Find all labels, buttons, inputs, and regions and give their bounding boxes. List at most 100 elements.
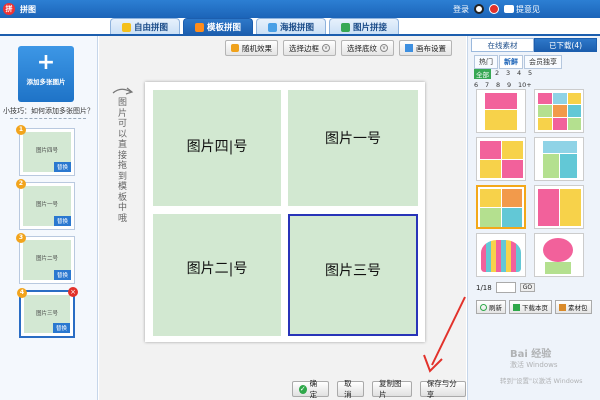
replace-button[interactable]: 替换 — [53, 270, 71, 280]
tip-link[interactable]: 小技巧：如何添加多张图片？ — [3, 106, 97, 116]
pager: 1/18 GO — [476, 282, 536, 293]
template-thumb[interactable] — [476, 137, 526, 181]
thumb-text: 图片四号 — [35, 148, 58, 154]
template-grid — [476, 89, 594, 277]
tab-image-stitch[interactable]: 图片拼接 — [329, 18, 400, 35]
template-thumb[interactable] — [534, 89, 584, 133]
tab-poster-collage[interactable]: 海报拼图 — [256, 18, 327, 35]
app-logo-icon: 拼 — [3, 3, 15, 15]
material-pack-button[interactable]: 素材包 — [555, 300, 592, 314]
thumb-preview: 图片四号 替换 — [23, 132, 71, 172]
filter-10plus[interactable]: 10+ — [518, 81, 532, 89]
random-effect-button[interactable]: 随机效果 — [225, 40, 278, 56]
toolbar: 随机效果 选择边框 v 选择底纹 v 画布设置 — [225, 40, 452, 56]
template-cell-1[interactable]: 图片四|号 — [153, 90, 281, 206]
cell-label: 图片三号 — [325, 263, 381, 279]
template-thumb[interactable] — [534, 137, 584, 181]
canvas-settings-button[interactable]: 画布设置 — [399, 40, 452, 56]
cell-label: 图片二|号 — [186, 261, 248, 277]
refresh-button[interactable]: 刷新 — [476, 300, 506, 314]
download-icon — [513, 303, 520, 311]
filter-5[interactable]: 5 — [528, 69, 535, 79]
tab-template-collage[interactable]: 模板拼图 — [183, 18, 254, 35]
qq-icon[interactable] — [474, 4, 484, 14]
filter-7[interactable]: 7 — [485, 81, 492, 89]
template-thumb[interactable] — [476, 89, 526, 133]
confirm-label: 确定 — [309, 379, 318, 399]
feedback-link[interactable]: 提意见 — [504, 4, 540, 15]
template-cell-4-selected[interactable]: 图片三号 — [288, 214, 418, 336]
tab-downloaded[interactable]: 已下载(4) — [534, 38, 597, 52]
template-cell-3[interactable]: 图片二|号 — [153, 214, 281, 336]
image-thumb-3[interactable]: 图片二号 替换 3 — [16, 233, 75, 284]
package-icon — [559, 303, 566, 311]
filter-6[interactable]: 6 — [474, 81, 481, 89]
random-effect-label: 随机效果 — [242, 43, 272, 53]
watermark-logo: Bai 经验 — [510, 349, 552, 360]
cancel-button[interactable]: 取消 — [337, 379, 365, 399]
download-page-label: 下载本页 — [522, 304, 548, 312]
login-link[interactable]: 登录 — [453, 4, 469, 15]
template-cell-2[interactable]: 图片一号 — [288, 90, 418, 206]
template-thumb[interactable] — [534, 185, 584, 229]
select-border-button[interactable]: 选择边框 v — [283, 40, 336, 56]
filter-all[interactable]: 全部 — [474, 69, 491, 79]
add-images-button[interactable]: + 添加多张图片 — [18, 46, 74, 102]
filter-3[interactable]: 3 — [506, 69, 513, 79]
template-thumb[interactable] — [476, 233, 526, 277]
replace-button[interactable]: 替换 — [53, 162, 71, 172]
confirm-button[interactable]: ✓ 确定 — [292, 379, 330, 399]
save-share-label: 保存与分享 — [426, 379, 457, 399]
page-indicator: 1/18 — [476, 283, 492, 292]
template-thumb[interactable] — [534, 233, 584, 277]
feedback-label: 提意见 — [516, 4, 540, 14]
subtab-hot[interactable]: 热门 — [474, 55, 498, 69]
stitch-icon — [341, 22, 351, 32]
copy-image-button[interactable]: 复制图片 — [372, 379, 412, 399]
app-title: 拼图 — [20, 5, 36, 14]
image-thumb-4[interactable]: 图片三号 替换 4 × — [17, 287, 78, 338]
cancel-label: 取消 — [344, 379, 352, 399]
subtab-new[interactable]: 新鲜 — [499, 55, 523, 69]
check-icon: ✓ — [299, 384, 307, 394]
go-button[interactable]: GO — [519, 283, 536, 292]
select-border-label: 选择边框 — [289, 43, 319, 53]
tab-online-material[interactable]: 在线素材 — [471, 38, 534, 52]
collage-canvas[interactable]: 图片四|号 图片一号 图片二|号 图片三号 — [145, 82, 425, 342]
replace-button[interactable]: 替换 — [53, 216, 71, 226]
weibo-icon[interactable] — [489, 4, 499, 14]
tab-free-collage[interactable]: 自由拼图 — [110, 18, 181, 35]
free-collage-icon — [122, 22, 131, 32]
thumb-text: 图片一号 — [35, 202, 58, 208]
subtab-vip[interactable]: 会员独享 — [524, 55, 562, 69]
watermark-activate: 激活 Windows — [510, 361, 558, 369]
tab-label: 图片拼接 — [353, 23, 388, 33]
plus-icon: + — [36, 50, 56, 75]
chevron-down-icon: v — [380, 44, 388, 52]
bottom-actions: ✓ 确定 取消 复制图片 保存与分享 — [292, 379, 466, 399]
download-page-button[interactable]: 下载本页 — [509, 300, 552, 314]
thumb-preview: 图片二号 替换 — [23, 240, 71, 280]
template-thumb-selected[interactable] — [476, 185, 526, 229]
filter-4[interactable]: 4 — [517, 69, 524, 79]
select-texture-button[interactable]: 选择底纹 v — [341, 40, 394, 56]
delete-icon[interactable]: × — [68, 287, 78, 297]
replace-button[interactable]: 替换 — [52, 323, 70, 333]
filter-9[interactable]: 9 — [507, 81, 514, 89]
thumb-number-badge: 1 — [16, 125, 26, 135]
image-thumb-1[interactable]: 图片四号 替换 1 — [16, 125, 75, 176]
filter-2[interactable]: 2 — [495, 69, 502, 79]
select-texture-label: 选择底纹 — [347, 43, 377, 53]
thumb-number-badge: 4 — [17, 288, 27, 298]
message-icon — [504, 5, 514, 13]
refresh-label: 刷新 — [489, 304, 502, 312]
tab-label: 海报拼图 — [280, 23, 315, 33]
refresh-icon — [480, 303, 487, 311]
add-images-label: 添加多张图片 — [26, 78, 66, 86]
canvas-icon — [405, 44, 413, 52]
thumb-preview: 图片三号 替换 — [24, 295, 70, 333]
filter-8[interactable]: 8 — [496, 81, 503, 89]
image-thumb-2[interactable]: 图片一号 替换 2 — [16, 179, 75, 230]
page-input[interactable] — [495, 282, 516, 293]
save-share-button[interactable]: 保存与分享 — [419, 379, 466, 399]
